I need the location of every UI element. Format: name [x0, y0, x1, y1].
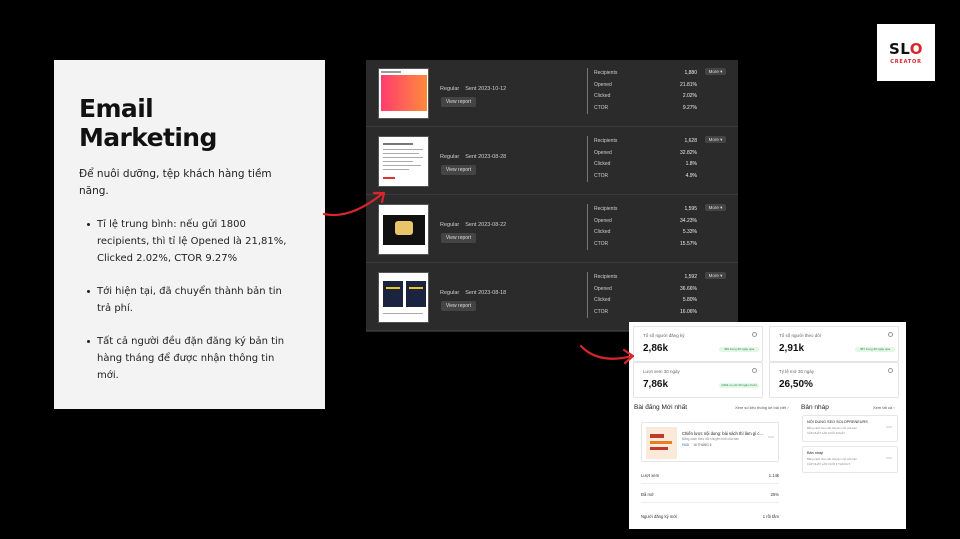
email-thumbnail[interactable] — [378, 68, 429, 119]
stat-ctor: CTOR 16.06% — [587, 306, 697, 318]
stat-opened: Opened 36.66% — [587, 283, 697, 295]
email-meta: Regular Sent 2023-08-28 — [440, 154, 507, 160]
kpi-value: 2,91k — [779, 343, 805, 354]
logo-subtitle: CREATOR — [890, 59, 922, 65]
info-subtitle: Để nuôi dưỡng, tệp khách hàng tiềm năng. — [79, 168, 272, 197]
stat-recipients: Recipients 1,595 — [587, 204, 697, 216]
email-thumbnail[interactable] — [378, 136, 429, 187]
more-button[interactable]: More ▾ — [705, 136, 726, 143]
email-stats: Recipients 1,880 Opened 21.81% Clicked 2.02… — [587, 68, 697, 114]
stat-opened: Opened 34.23% — [587, 215, 697, 227]
draft-updated: CẬP NHẬT LẦN CUỐI 4NGÀY — [807, 431, 846, 435]
solo-creator-logo: SLO CREATOR — [877, 24, 935, 81]
metric-row: Người đăng ký mới 1 rồi tắm — [641, 514, 779, 519]
stat-ctor: CTOR 4.9% — [587, 170, 697, 182]
kpi-label: Tỷ lệ mở 30 ngày — [779, 369, 814, 374]
info-bullets: Tỉ lệ trung bình: nếu gửi 1800 recipient… — [79, 216, 297, 384]
post-tag: PAID 16 THÁNG 5 — [682, 443, 712, 447]
kpi-label: Tổ số người đăng ký — [643, 333, 685, 338]
email-campaigns-panel: Regular Sent 2023-10-12 View report Recip… — [366, 60, 738, 332]
email-row: Regular Sent 2023-08-28 View report Recip… — [366, 128, 738, 195]
kpi-badge: 436 trong 30 ngày qua — [719, 347, 759, 352]
draft-card[interactable]: Bản nháp Bằng cách theo dõi chuyện nhỏ c… — [802, 446, 898, 473]
more-button[interactable]: More ▾ — [705, 204, 726, 211]
post-subtitle: Bằng cách theo dõi chuyện nhỏ của bạn — [682, 437, 739, 441]
draft-title: Bản nháp — [807, 451, 824, 455]
more-options-icon[interactable]: ⋯ — [768, 434, 774, 441]
more-options-icon[interactable]: ⋯ — [886, 424, 892, 431]
email-meta: Regular Sent 2023-10-12 — [440, 86, 507, 92]
kpi-card[interactable]: Lượt xem 30 ngày 7,86k 4,96k so với 30 n… — [633, 362, 763, 398]
logo-wordmark: SLO — [888, 40, 924, 58]
draft-subtitle: Bằng cách theo dõi chuyện nhỏ của bạn — [807, 426, 857, 430]
info-bullet: Tất cả người đều đặn đăng ký bản tin hàn… — [87, 333, 297, 384]
stat-clicked: Clicked 2.02% — [587, 91, 697, 103]
arrow-to-dashboard-icon — [579, 344, 635, 365]
view-report-button[interactable]: View report — [441, 301, 476, 311]
more-button[interactable]: More ▾ — [705, 272, 726, 279]
post-title: Chiến lược nội dung: bài sách thì làm gì… — [682, 431, 763, 436]
drafts-heading: Bản nháp — [801, 404, 829, 411]
email-stats: Recipients 1,595 Opened 34.23% Clicked 5.33… — [587, 204, 697, 250]
newsletter-dashboard: Tổ số người đăng ký 2,86k 436 trong 30 n… — [629, 322, 906, 529]
email-row: Regular Sent 2023-10-12 View report Recip… — [366, 60, 738, 127]
kpi-card[interactable]: Tỷ lệ mở 30 ngày 26,50% — [769, 362, 899, 398]
kpi-card[interactable]: Tổ số người đăng ký 2,86k 436 trong 30 n… — [633, 326, 763, 362]
draft-card[interactable]: NỘI DUNG SEO SOLOPRENEURS Bằng cách theo… — [802, 415, 898, 442]
view-report-button[interactable]: View report — [441, 97, 476, 107]
info-bullet: Tới hiện tại, đã chuyển thành bản tin tr… — [87, 283, 297, 317]
stat-opened: Opened 32.82% — [587, 147, 697, 159]
draft-subtitle: Bằng cách theo dõi chuyện nhỏ của bạn — [807, 457, 857, 461]
kpi-card[interactable]: Tổ số người theo dõi 2,91k 387 trong 30 … — [769, 326, 899, 362]
stat-ctor: CTOR 15.57% — [587, 238, 697, 250]
stat-ctor: CTOR 9.27% — [587, 102, 697, 114]
stat-opened: Opened 21.81% — [587, 79, 697, 91]
post-stats-link[interactable]: Xem số liệu thống kê bài viết › — [735, 405, 789, 410]
kpi-value: 7,86k — [643, 379, 669, 390]
info-card: Email Marketing Để nuôi dưỡng, tệp khách… — [54, 60, 325, 409]
more-button[interactable]: More ▾ — [705, 68, 726, 75]
post-thumbnail — [646, 427, 677, 459]
stat-recipients: Recipients 1,628 — [587, 136, 697, 148]
email-row: Regular Sent 2023-08-22 View report Recip… — [366, 196, 738, 263]
email-meta: Regular Sent 2023-08-18 — [440, 290, 507, 296]
info-bullet: Tỉ lệ trung bình: nếu gửi 1800 recipient… — [87, 216, 297, 267]
email-meta: Regular Sent 2023-08-22 — [440, 222, 507, 228]
draft-title: NỘI DUNG SEO SOLOPRENEURS — [807, 420, 868, 424]
stat-clicked: Clicked 1.8% — [587, 159, 697, 171]
stat-recipients: Recipients 1,592 — [587, 272, 697, 284]
arrow-to-email-icon — [322, 191, 386, 217]
info-title: Email Marketing — [79, 94, 217, 152]
email-stats: Recipients 1,592 Opened 36.66% Clicked 5.80… — [587, 272, 697, 318]
metric-row: Đã mở 25% — [641, 487, 779, 503]
info-icon[interactable] — [888, 332, 893, 337]
more-options-icon[interactable]: ⋯ — [886, 455, 892, 462]
metric-row: Lượt xem 1.14k — [641, 468, 779, 484]
drafts-view-all-link[interactable]: Xem tất cả › — [873, 405, 895, 410]
email-row: Regular Sent 2023-08-18 View report Recip… — [366, 264, 738, 331]
kpi-value: 2,86k — [643, 343, 669, 354]
kpi-badge: 387 trong 30 ngày qua — [855, 347, 895, 352]
recent-posts-heading: Bài đăng Mới nhất — [634, 404, 688, 411]
kpi-label: Lượt xem 30 ngày — [643, 369, 680, 374]
post-card[interactable]: Chiến lược nội dung: bài sách thì làm gì… — [641, 422, 779, 462]
email-thumbnail[interactable] — [378, 272, 429, 323]
info-icon[interactable] — [888, 368, 893, 373]
kpi-badge: 4,96k so với 30 ngày trước — [719, 383, 759, 388]
stat-recipients: Recipients 1,880 — [587, 68, 697, 80]
kpi-label: Tổ số người theo dõi — [779, 333, 821, 338]
stat-clicked: Clicked 5.80% — [587, 295, 697, 307]
view-report-button[interactable]: View report — [441, 165, 476, 175]
stat-clicked: Clicked 5.33% — [587, 227, 697, 239]
email-stats: Recipients 1,628 Opened 32.82% Clicked 1.8%… — [587, 136, 697, 182]
draft-updated: CẬP NHẬT LẦN CUỐI 3 THÁNG 5 — [807, 462, 851, 466]
view-report-button[interactable]: View report — [441, 233, 476, 243]
info-icon[interactable] — [752, 368, 757, 373]
kpi-value: 26,50% — [779, 379, 813, 390]
info-icon[interactable] — [752, 332, 757, 337]
